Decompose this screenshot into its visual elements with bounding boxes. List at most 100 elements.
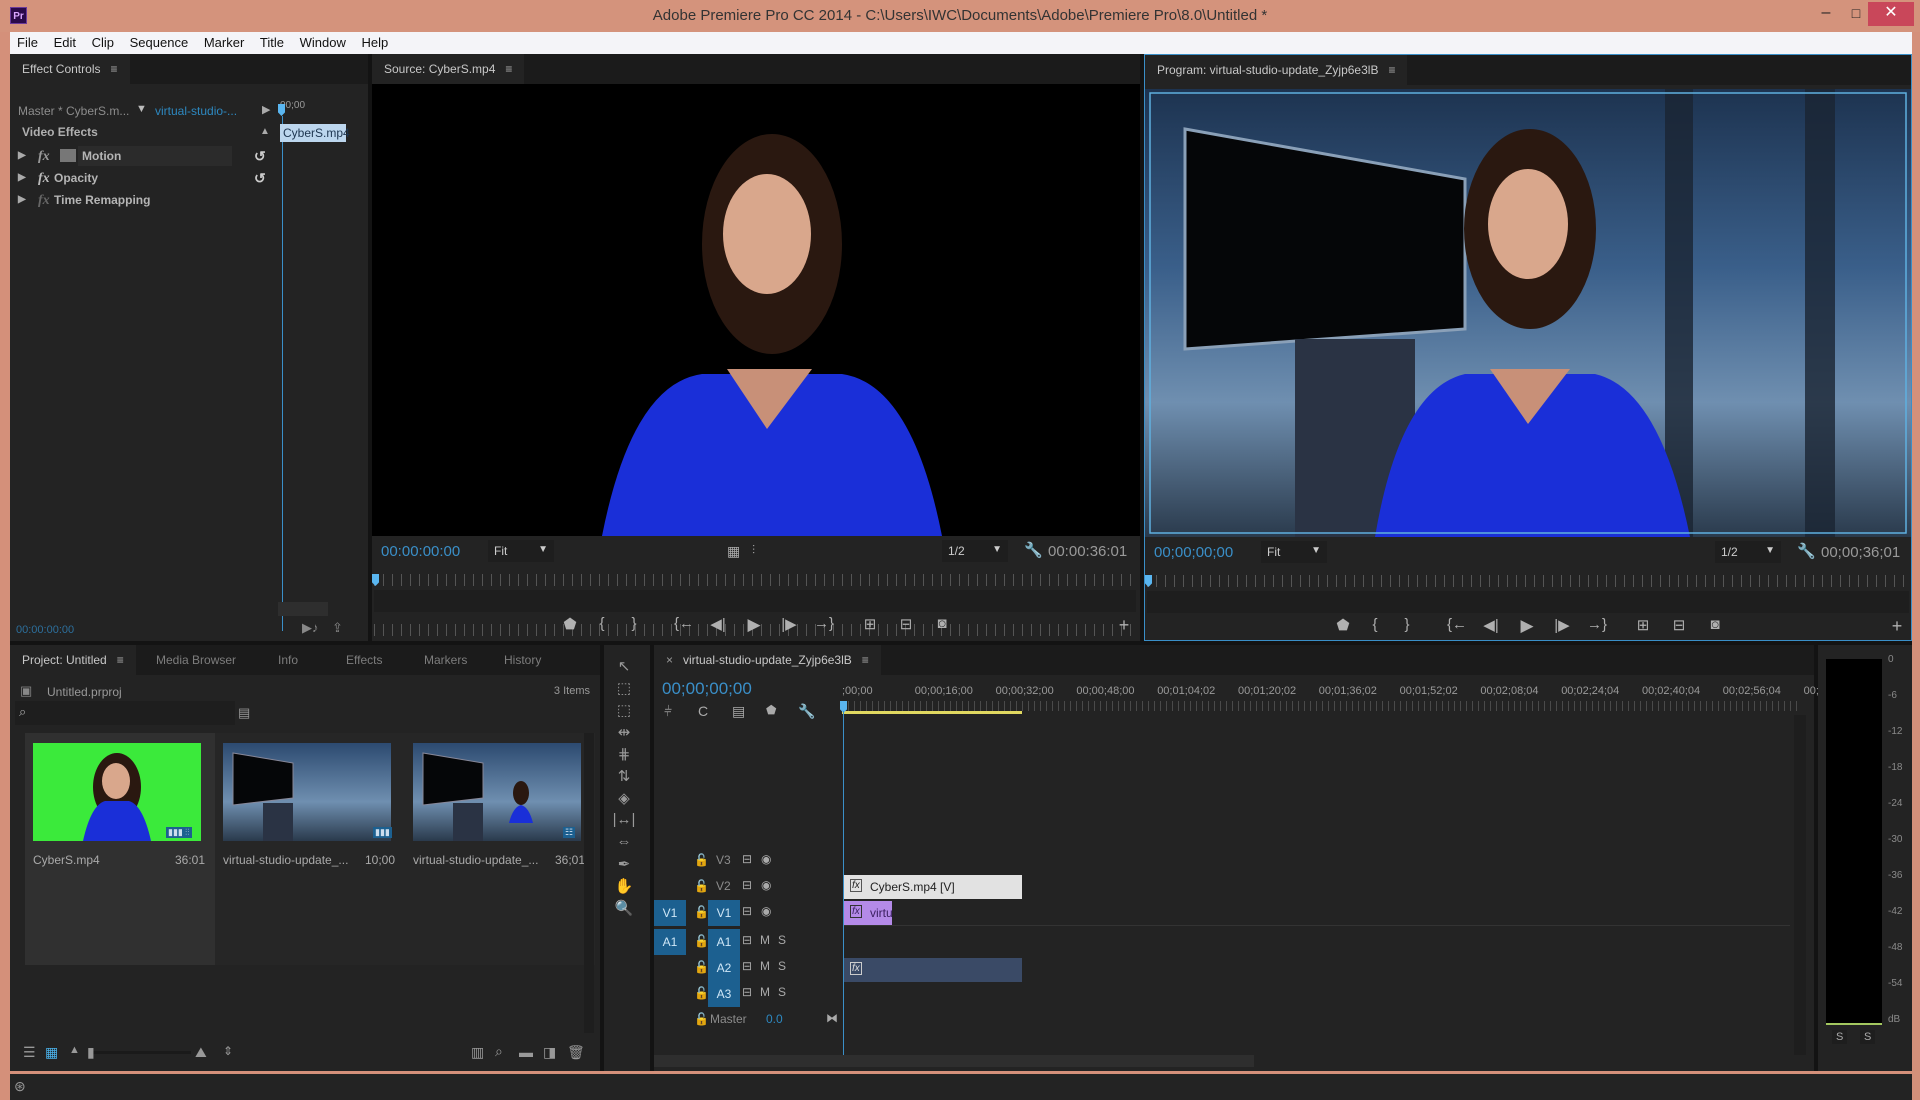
solo-right-button[interactable]: S bbox=[1860, 1030, 1876, 1044]
new-search-bin-icon[interactable]: ▤ bbox=[238, 705, 250, 721]
extract-button[interactable]: ⊟ bbox=[1667, 616, 1691, 634]
track-target-a1[interactable]: A1 bbox=[708, 929, 740, 955]
lock-icon[interactable]: 🔓 bbox=[694, 879, 709, 893]
sync-lock-icon[interactable]: ⊟ bbox=[742, 904, 752, 918]
thumbnail-size-slider[interactable] bbox=[91, 1051, 191, 1054]
eye-icon[interactable]: ◉ bbox=[761, 904, 771, 918]
tab-source[interactable]: Source: CyberS.mp4 ≡ bbox=[372, 54, 525, 84]
mute-button[interactable]: M bbox=[760, 933, 770, 947]
ripple-edit-tool-icon[interactable]: ⬚ bbox=[604, 701, 644, 719]
mute-button[interactable]: M bbox=[760, 959, 770, 973]
zoom-in-icon[interactable]: ⛰ bbox=[195, 1044, 207, 1061]
track-target-a2[interactable]: A2 bbox=[708, 955, 740, 981]
solo-left-button[interactable]: S bbox=[1832, 1030, 1848, 1044]
expand-triangle-icon[interactable]: ▶ bbox=[18, 172, 26, 183]
selection-tool-icon[interactable]: ↖ bbox=[604, 657, 644, 675]
tab-program[interactable]: Program: virtual-studio-update_Zyjp6e3lB… bbox=[1145, 55, 1408, 85]
timeline-horizontal-scrollbar[interactable] bbox=[654, 1055, 1254, 1067]
sequence-timecode[interactable]: 00;00;00;00 bbox=[662, 679, 752, 699]
source-patch-a1[interactable]: A1 bbox=[654, 929, 686, 955]
track-select-tool-icon[interactable]: ⬚ bbox=[604, 679, 644, 697]
close-button[interactable]: ✕ bbox=[1868, 2, 1914, 26]
slide-tool-icon[interactable]: ⇔ bbox=[604, 833, 644, 850]
panel-menu-icon[interactable]: ≡ bbox=[505, 62, 512, 76]
step-back-button[interactable]: ◀| bbox=[706, 615, 730, 633]
rolling-edit-tool-icon[interactable]: ⇹ bbox=[604, 723, 644, 741]
tab-project[interactable]: Project: Untitled ≡ bbox=[10, 645, 136, 675]
program-ruler-area[interactable] bbox=[1145, 575, 1913, 589]
list-view-icon[interactable]: ☰ bbox=[23, 1044, 36, 1061]
mark-out-button[interactable]: } bbox=[622, 615, 646, 632]
menu-help[interactable]: Help bbox=[354, 32, 393, 50]
program-resolution-select[interactable]: 1/2 ▼ bbox=[1715, 541, 1781, 563]
razor-tool-icon[interactable]: ⇅ bbox=[604, 767, 644, 785]
source-zoom-scrollbar[interactable] bbox=[374, 590, 1136, 612]
lock-icon[interactable]: 🔓 bbox=[694, 853, 709, 867]
program-zoom-scrollbar[interactable] bbox=[1147, 591, 1909, 613]
menu-clip[interactable]: Clip bbox=[85, 32, 119, 50]
slider-handle[interactable]: ▮ bbox=[87, 1044, 95, 1061]
project-item[interactable]: ☷ virtual-studio-update_... 36;01 bbox=[405, 733, 595, 965]
pen-tool-icon[interactable]: ✒ bbox=[604, 855, 644, 873]
export-icon[interactable]: ⇪ bbox=[332, 620, 343, 636]
eye-icon[interactable]: ◉ bbox=[761, 852, 771, 866]
solo-button[interactable]: S bbox=[778, 933, 786, 947]
go-to-in-button[interactable]: {← bbox=[672, 615, 696, 632]
creative-cloud-icon[interactable]: ⊛ bbox=[14, 1078, 26, 1095]
mark-in-button[interactable]: { bbox=[590, 615, 614, 632]
clip-v1[interactable]: fx virtu bbox=[844, 901, 893, 925]
icon-view-icon[interactable]: ▦ bbox=[45, 1044, 58, 1061]
go-to-out-button[interactable]: →} bbox=[812, 615, 836, 632]
new-bin-icon[interactable]: ▬ bbox=[519, 1044, 533, 1060]
panel-menu-icon[interactable]: ≡ bbox=[110, 62, 117, 76]
lock-icon[interactable]: 🔓 bbox=[694, 934, 709, 948]
mark-out-button[interactable]: } bbox=[1395, 616, 1419, 633]
project-scrollbar[interactable] bbox=[584, 733, 594, 1033]
go-to-in-button[interactable]: {← bbox=[1445, 616, 1469, 633]
tab-effects[interactable]: Effects bbox=[334, 645, 394, 675]
track-target-a3[interactable]: A3 bbox=[708, 981, 740, 1007]
tab-info[interactable]: Info bbox=[266, 645, 310, 675]
play-button[interactable]: ▶ bbox=[742, 615, 766, 635]
button-editor-button[interactable]: + bbox=[1885, 616, 1909, 637]
go-to-out-button[interactable]: →} bbox=[1585, 616, 1609, 633]
panel-menu-icon[interactable]: ≡ bbox=[862, 653, 869, 667]
source-ruler-area[interactable] bbox=[372, 574, 1140, 588]
timeline-vertical-scrollbar[interactable] bbox=[1794, 715, 1806, 1055]
add-marker-icon[interactable]: ▤ bbox=[732, 703, 745, 720]
lock-icon[interactable]: 🔓 bbox=[694, 905, 709, 919]
source-patch-v1[interactable]: V1 bbox=[654, 900, 686, 926]
menu-file[interactable]: File bbox=[10, 32, 43, 50]
fx-icon[interactable]: fx bbox=[38, 149, 50, 165]
wrench-icon[interactable]: 🔧 bbox=[1797, 542, 1816, 560]
menu-edit[interactable]: Edit bbox=[47, 32, 81, 50]
panel-menu-icon[interactable]: ≡ bbox=[117, 653, 124, 667]
slip-tool-icon[interactable]: |↔| bbox=[604, 811, 644, 828]
automate-to-sequence-icon[interactable]: ▥ bbox=[471, 1044, 484, 1061]
program-timecode[interactable]: 00;00;00;00 bbox=[1154, 544, 1233, 561]
lock-icon[interactable]: 🔓 bbox=[694, 986, 709, 1000]
drag-audio-icon[interactable]: ⫶ bbox=[752, 543, 755, 558]
dropdown-icon[interactable]: ▼ bbox=[136, 103, 147, 115]
source-zoom-select[interactable]: Fit ▼ bbox=[488, 540, 554, 562]
step-forward-button[interactable]: |▶ bbox=[1550, 616, 1574, 634]
clip-a2[interactable]: fx bbox=[844, 958, 1022, 982]
menu-sequence[interactable]: Sequence bbox=[123, 32, 194, 50]
overwrite-button[interactable]: ⊟ bbox=[894, 615, 918, 633]
tab-media-browser[interactable]: Media Browser bbox=[144, 645, 248, 675]
collapse-arrow-icon[interactable]: ▲ bbox=[260, 126, 270, 137]
insert-button[interactable]: ⊞ bbox=[858, 615, 882, 633]
wrench-icon[interactable]: 🔧 bbox=[798, 703, 815, 720]
sequence-link[interactable]: virtual-studio-... bbox=[155, 104, 237, 118]
marker-icon[interactable]: ⬟ bbox=[766, 703, 776, 717]
drag-video-icon[interactable]: ▦ bbox=[727, 543, 740, 560]
source-resolution-select[interactable]: 1/2 ▼ bbox=[942, 540, 1008, 562]
add-marker-button[interactable]: ⬟ bbox=[558, 615, 582, 633]
sync-lock-icon[interactable]: ⊟ bbox=[742, 985, 752, 999]
step-forward-button[interactable]: |▶ bbox=[777, 615, 801, 633]
expand-triangle-icon[interactable]: ▶ bbox=[18, 194, 26, 205]
menu-title[interactable]: Title bbox=[253, 32, 289, 50]
zoom-out-icon[interactable]: ▲ bbox=[69, 1044, 80, 1056]
expand-arrow-icon[interactable]: ▶ bbox=[262, 103, 270, 116]
button-editor-button[interactable]: + bbox=[1112, 615, 1136, 636]
